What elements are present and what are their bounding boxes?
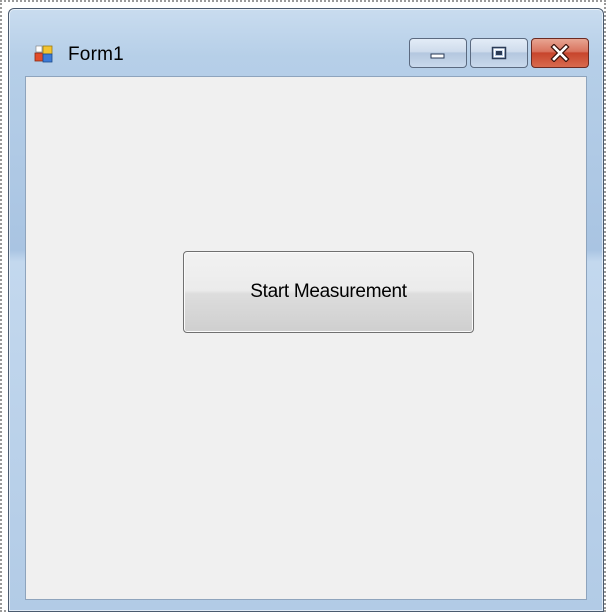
start-measurement-label: Start Measurement (250, 281, 407, 302)
start-measurement-button[interactable]: Start Measurement (183, 251, 474, 333)
form-client-area: Start Measurement (25, 76, 587, 600)
form-window: Form1 Start Measurement (8, 8, 604, 612)
form-app-icon (34, 45, 53, 63)
minimize-button[interactable] (409, 38, 467, 68)
close-icon (550, 44, 570, 62)
maximize-button[interactable] (470, 38, 528, 68)
close-button[interactable] (531, 38, 589, 68)
maximize-icon (491, 46, 507, 60)
window-title: Form1 (68, 44, 124, 65)
minimize-icon (430, 53, 445, 59)
caption-buttons (409, 38, 589, 68)
title-bar[interactable]: Form1 (9, 9, 603, 75)
